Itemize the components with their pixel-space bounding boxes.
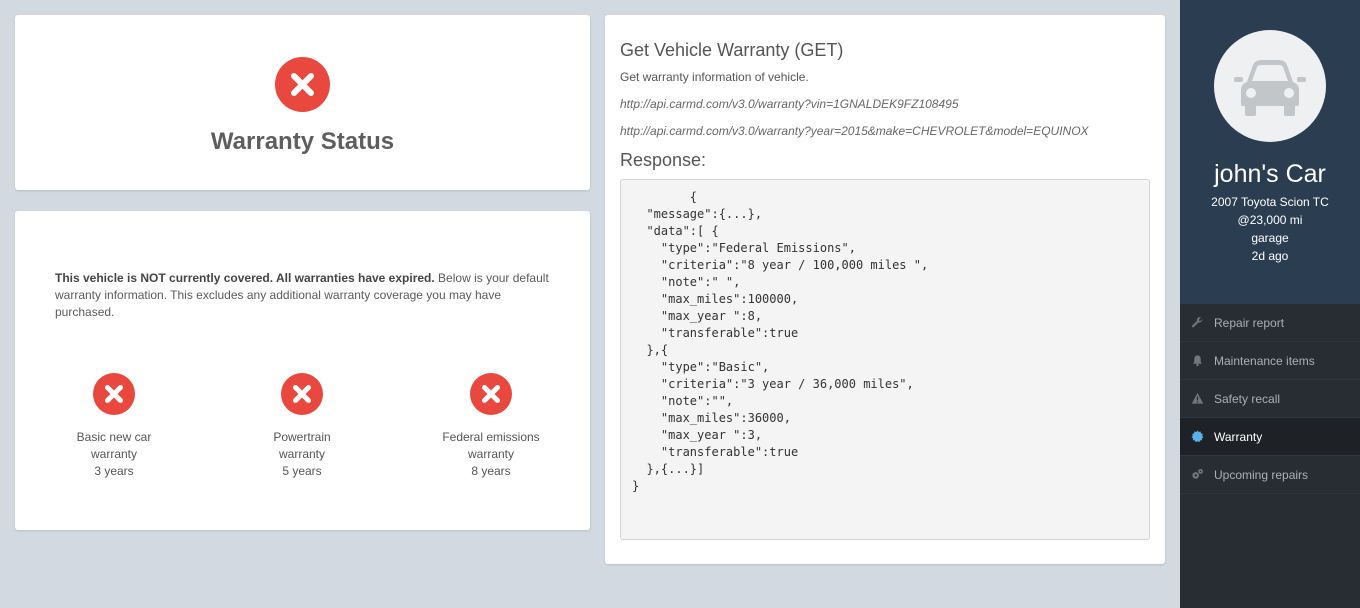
warranty-duration: 8 years xyxy=(471,464,511,478)
vehicle-profile: john's Car 2007 Toyota Scion TC @23,000 … xyxy=(1180,0,1360,304)
bell-icon xyxy=(1190,354,1204,368)
warranty-basic: Basic new car warranty 3 years xyxy=(39,373,189,480)
gears-icon xyxy=(1190,468,1204,482)
response-code-box: { "message":{...}, "data":[ { "type":"Fe… xyxy=(620,179,1150,540)
sidebar-item-label: Upcoming repairs xyxy=(1214,467,1309,482)
warranty-status-card: Warranty Status xyxy=(15,15,590,190)
error-x-icon xyxy=(281,373,323,415)
response-code: { "message":{...}, "data":[ { "type":"Fe… xyxy=(632,190,929,493)
sidebar: john's Car 2007 Toyota Scion TC @23,000 … xyxy=(1180,0,1360,608)
response-label: Response: xyxy=(620,150,707,170)
warranty-duration: 3 years xyxy=(94,464,134,478)
sidebar-item-warranty[interactable]: Warranty xyxy=(1180,418,1360,456)
badge-icon xyxy=(1190,430,1204,444)
api-url-vin[interactable]: http://api.carmd.com/v3.0/warranty?vin=1… xyxy=(620,97,959,111)
car-location: garage xyxy=(1251,231,1289,245)
coverage-notice: This vehicle is NOT currently covered. A… xyxy=(55,270,555,321)
api-url-year-make-model[interactable]: http://api.carmd.com/v3.0/warranty?year=… xyxy=(620,124,1089,138)
car-mileage: @23,000 mi xyxy=(1237,213,1303,227)
coverage-notice-bold: This vehicle is NOT currently covered. A… xyxy=(55,271,435,285)
coverage-card: This vehicle is NOT currently covered. A… xyxy=(15,211,590,530)
car-model: 2007 Toyota Scion TC xyxy=(1211,195,1329,209)
api-description: Get warranty information of vehicle. xyxy=(620,70,809,84)
warning-icon xyxy=(1190,392,1204,406)
sidebar-item-repair-report[interactable]: Repair report xyxy=(1180,304,1360,342)
api-title: Get Vehicle Warranty (GET) xyxy=(620,40,844,60)
warranty-name-line1: Powertrain xyxy=(273,430,331,444)
car-avatar-icon xyxy=(1214,30,1326,142)
warranty-name-line2: warranty xyxy=(90,447,137,461)
warranty-federal-emissions: Federal emissions warranty 8 years xyxy=(416,373,566,480)
error-x-icon xyxy=(275,57,330,112)
sidebar-item-upcoming-repairs[interactable]: Upcoming repairs xyxy=(1180,456,1360,494)
warranty-powertrain: Powertrain warranty 5 years xyxy=(227,373,377,480)
warranty-status-title: Warranty Status xyxy=(210,128,395,155)
car-updated: 2d ago xyxy=(1251,249,1289,263)
error-x-icon xyxy=(470,373,512,415)
sidebar-menu: Repair report Maintenance items Safety r… xyxy=(1180,304,1360,494)
warranty-name-line1: Basic new car xyxy=(76,430,152,444)
sidebar-item-label: Maintenance items xyxy=(1214,353,1315,368)
car-name: john's Car xyxy=(1214,160,1326,188)
sidebar-item-label: Safety recall xyxy=(1214,391,1281,406)
sidebar-item-label: Warranty xyxy=(1214,429,1263,444)
warranty-name-line1: Federal emissions xyxy=(442,430,540,444)
wrench-icon xyxy=(1190,316,1204,330)
warranty-name-line2: warranty xyxy=(278,447,325,461)
sidebar-item-label: Repair report xyxy=(1214,315,1285,330)
sidebar-item-safety-recall[interactable]: Safety recall xyxy=(1180,380,1360,418)
warranty-name-line2: warranty xyxy=(467,447,514,461)
error-x-icon xyxy=(93,373,135,415)
api-doc-card: Get Vehicle Warranty (GET) Get warranty … xyxy=(605,15,1165,564)
sidebar-item-maintenance-items[interactable]: Maintenance items xyxy=(1180,342,1360,380)
warranty-duration: 5 years xyxy=(282,464,322,478)
